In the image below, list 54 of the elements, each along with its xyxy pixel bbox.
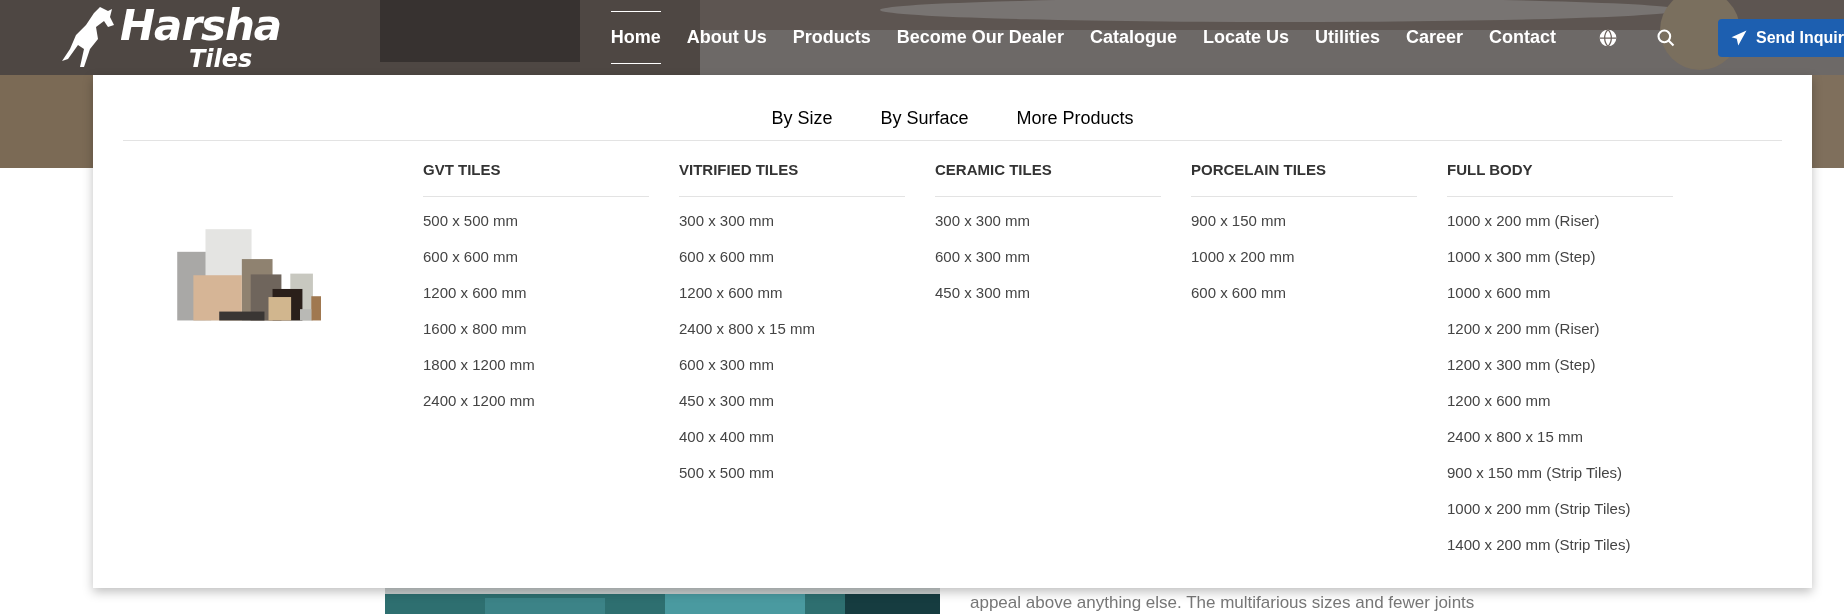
column-heading: PORCELAIN TILES	[1191, 159, 1417, 197]
menu-link[interactable]: 1000 x 600 mm	[1447, 280, 1673, 317]
logo-subtitle: Tiles	[188, 46, 253, 71]
search-icon[interactable]	[1656, 27, 1676, 48]
menu-link[interactable]: 900 x 150 mm	[1191, 208, 1417, 245]
nav-link[interactable]: Career	[1405, 11, 1463, 64]
menu-link[interactable]: 1600 x 800 mm	[423, 316, 649, 353]
nav-link[interactable]: About Us	[686, 11, 767, 64]
menu-link[interactable]: 600 x 600 mm	[679, 244, 905, 281]
menu-link[interactable]: 1000 x 200 mm (Riser)	[1447, 208, 1673, 245]
menu-link[interactable]: 600 x 600 mm	[1191, 280, 1417, 317]
paper-plane-icon	[1730, 28, 1748, 47]
menu-link[interactable]: 2400 x 1200 mm	[423, 388, 649, 425]
send-inquiry-button[interactable]: Send Inquir	[1718, 18, 1844, 57]
nav-link[interactable]: Products	[792, 11, 871, 64]
menu-link[interactable]: 450 x 300 mm	[935, 280, 1161, 317]
menu-link[interactable]: 300 x 300 mm	[935, 208, 1161, 245]
menu-link[interactable]: 1200 x 600 mm	[679, 280, 905, 317]
menu-link[interactable]: 500 x 500 mm	[679, 460, 905, 497]
menu-link[interactable]: 1800 x 1200 mm	[423, 352, 649, 389]
menu-link[interactable]: 1200 x 600 mm	[423, 280, 649, 317]
logo-wordmark: Harsha	[120, 4, 282, 47]
column-heading: VITRIFIED TILES	[679, 159, 905, 197]
nav-link[interactable]: Utilities	[1314, 11, 1380, 64]
column-heading: CERAMIC TILES	[935, 159, 1161, 197]
menu-link[interactable]: 600 x 600 mm	[423, 244, 649, 281]
menu-link[interactable]: 1200 x 300 mm (Step)	[1447, 352, 1673, 389]
menu-link[interactable]: 1000 x 200 mm (Strip Tiles)	[1447, 496, 1673, 533]
menu-tab[interactable]: By Size	[771, 105, 833, 132]
menu-link[interactable]: 900 x 150 mm (Strip Tiles)	[1447, 460, 1673, 497]
menu-link[interactable]: 450 x 300 mm	[679, 388, 905, 425]
menu-link[interactable]: 2400 x 800 x 15 mm	[1447, 424, 1673, 461]
menu-tab[interactable]: More Products	[1016, 105, 1134, 132]
menu-link[interactable]: 500 x 500 mm	[423, 208, 649, 245]
nav-link[interactable]: Home	[610, 11, 661, 64]
menu-link[interactable]: 1000 x 300 mm (Step)	[1447, 244, 1673, 281]
menu-link[interactable]: 400 x 400 mm	[679, 424, 905, 461]
menu-link[interactable]: 600 x 300 mm	[935, 244, 1161, 281]
menu-link[interactable]: 300 x 300 mm	[679, 208, 905, 245]
menu-tab[interactable]: By Surface	[880, 105, 969, 132]
menu-link[interactable]: 2400 x 800 x 15 mm	[679, 316, 905, 353]
globe-icon[interactable]	[1598, 27, 1618, 48]
column-heading: GVT TILES	[423, 159, 649, 197]
nav-link[interactable]: Become Our Dealer	[896, 11, 1064, 64]
nav-link[interactable]: Contact	[1489, 11, 1556, 64]
menu-link[interactable]: 1000 x 200 mm	[1191, 244, 1417, 281]
paragraph-text: appeal above anything else. The multifarious sizes and fewer joints	[970, 592, 1475, 614]
column-heading: FULL BODY	[1447, 159, 1673, 197]
menu-link[interactable]: 1200 x 200 mm (Riser)	[1447, 316, 1673, 353]
menu-link[interactable]: 1400 x 200 mm (Strip Tiles)	[1447, 532, 1673, 569]
nav-link[interactable]: Catalogue	[1089, 11, 1177, 64]
menu-link[interactable]: 600 x 300 mm	[679, 352, 905, 389]
menu-link[interactable]: 1200 x 600 mm	[1447, 388, 1673, 425]
nav-link[interactable]: Locate Us	[1202, 11, 1289, 64]
